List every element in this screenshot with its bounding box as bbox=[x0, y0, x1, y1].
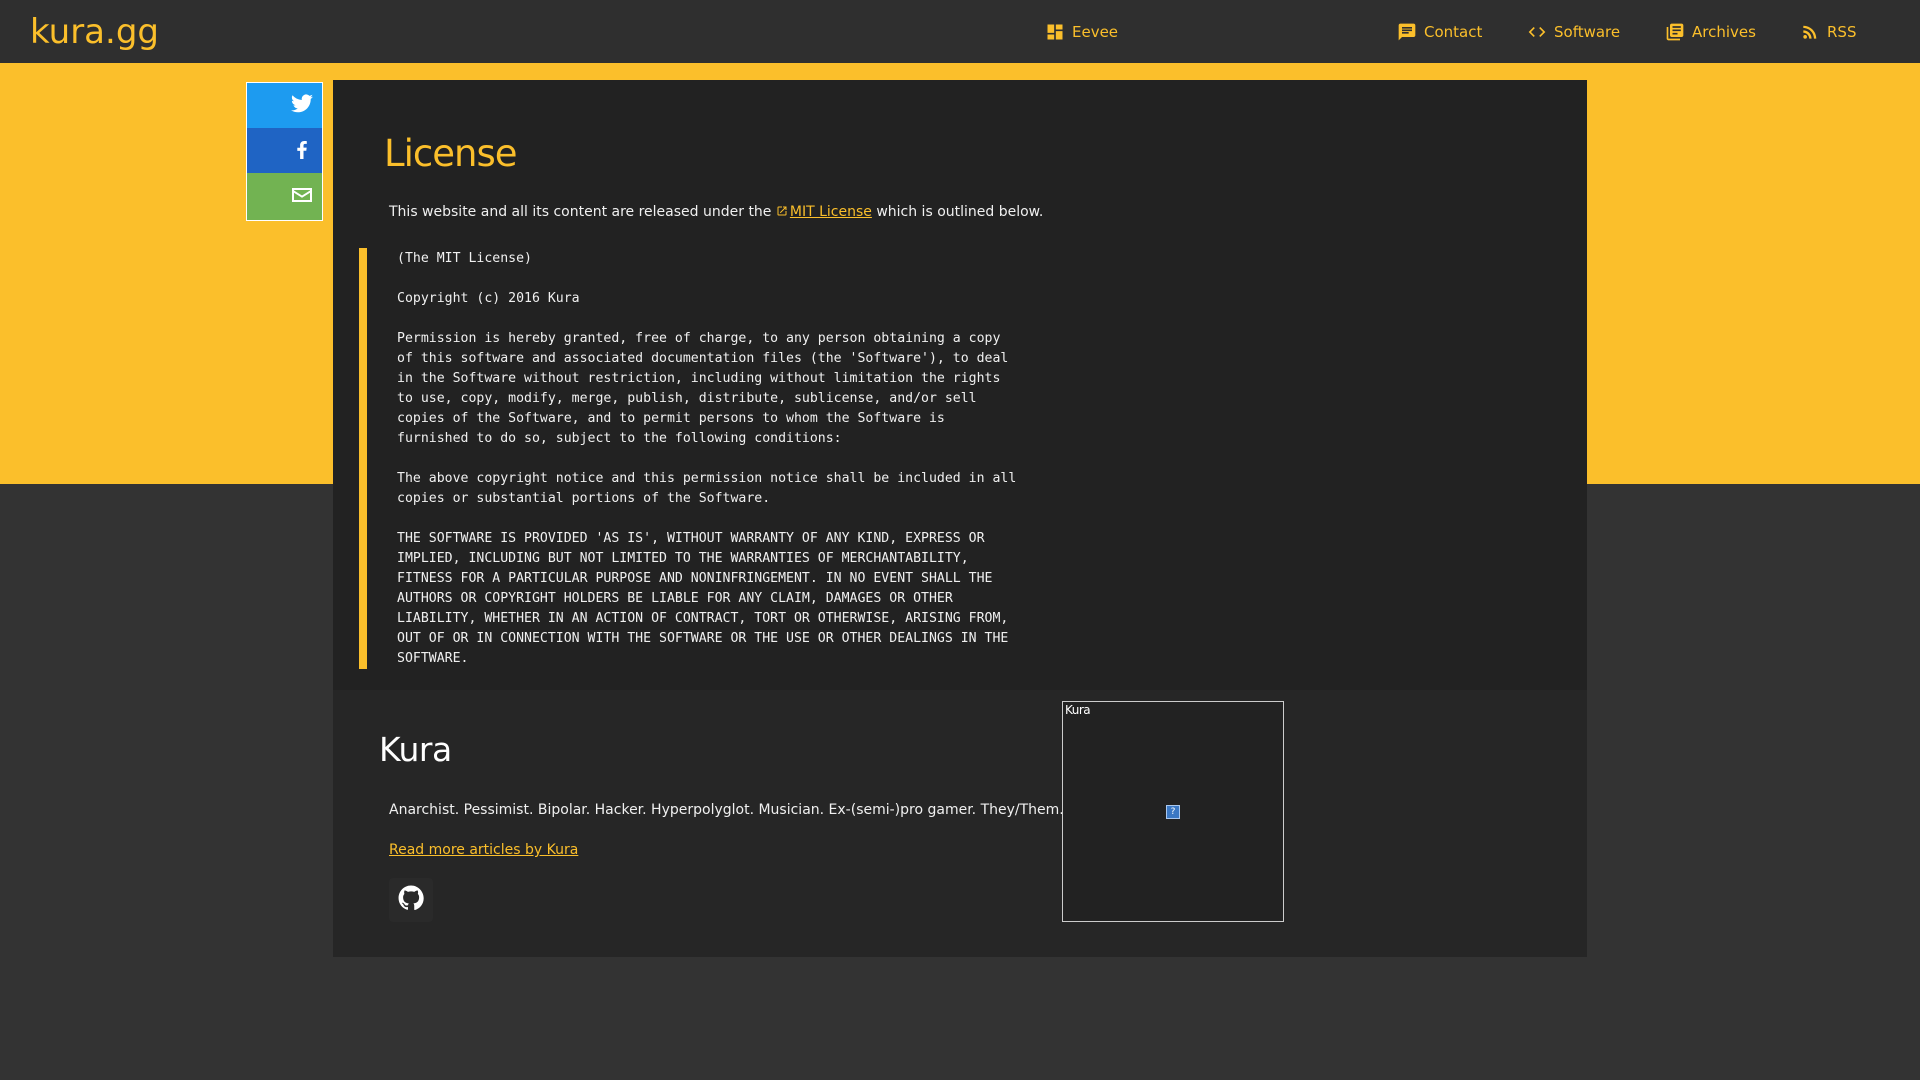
dashboard-icon bbox=[1045, 22, 1065, 42]
github-icon bbox=[398, 885, 424, 915]
page-title: License bbox=[384, 132, 517, 175]
nav-item-label: Archives bbox=[1692, 23, 1756, 41]
mail-icon bbox=[290, 183, 314, 211]
broken-image-icon: ? bbox=[1166, 805, 1180, 819]
nav-item-eevee[interactable]: Eevee bbox=[1045, 20, 1118, 44]
facebook-icon bbox=[290, 137, 314, 165]
site-brand-link[interactable]: kura.gg bbox=[30, 12, 159, 52]
share-facebook-button[interactable] bbox=[247, 128, 322, 173]
author-name: Kura bbox=[379, 730, 452, 769]
nav-item-label: Contact bbox=[1424, 23, 1483, 41]
nav-item-software[interactable]: Software bbox=[1527, 20, 1620, 44]
license-text: (The MIT License) Copyright (c) 2016 Kur… bbox=[397, 251, 1017, 666]
author-bio: Anarchist. Pessimist. Bipolar. Hacker. H… bbox=[389, 802, 1064, 818]
nav-item-label: Software bbox=[1554, 23, 1621, 41]
author-avatar: Kura ? bbox=[1062, 701, 1284, 922]
license-blockquote: (The MIT License) Copyright (c) 2016 Kur… bbox=[359, 248, 1059, 669]
nav-item-rss[interactable]: RSS bbox=[1800, 20, 1856, 44]
license-intro: This website and all its content are rel… bbox=[389, 204, 1043, 221]
library-icon bbox=[1665, 22, 1685, 42]
share-twitter-button[interactable] bbox=[247, 83, 322, 128]
share-email-button[interactable] bbox=[247, 173, 322, 220]
article: License This website and all its content… bbox=[333, 80, 1587, 690]
intro-text-before: This website and all its content are rel… bbox=[389, 204, 776, 220]
nav-item-contact[interactable]: Contact bbox=[1397, 20, 1482, 44]
read-more-articles-link[interactable]: Read more articles by Kura bbox=[389, 842, 578, 858]
top-navigation-bar: kura.gg Eevee Contact Software Archives bbox=[0, 0, 1920, 63]
external-link-icon bbox=[776, 205, 788, 221]
mit-license-link-label: MIT License bbox=[789, 204, 872, 220]
nav-item-label: Eevee bbox=[1072, 23, 1119, 41]
intro-text-after: which is outlined below. bbox=[871, 204, 1044, 220]
nav-item-archives[interactable]: Archives bbox=[1665, 20, 1756, 44]
nav-item-label: RSS bbox=[1827, 23, 1857, 41]
code-icon bbox=[1527, 22, 1547, 42]
share-buttons bbox=[246, 82, 323, 221]
mit-license-link[interactable]: MIT License bbox=[776, 204, 872, 220]
twitter-icon bbox=[290, 92, 314, 120]
github-link[interactable] bbox=[389, 878, 433, 922]
author-box: Kura Anarchist. Pessimist. Bipolar. Hack… bbox=[333, 690, 1587, 957]
chat-icon bbox=[1397, 22, 1417, 42]
avatar-alt-text: Kura bbox=[1065, 703, 1091, 717]
rss-icon bbox=[1800, 22, 1820, 42]
